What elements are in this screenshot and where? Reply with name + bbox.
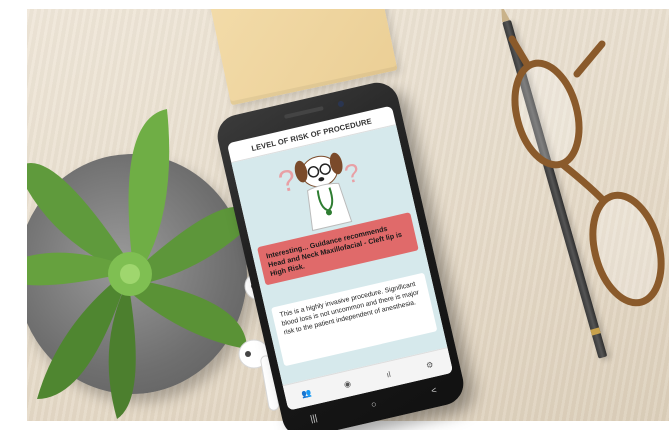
earpiece-speaker <box>283 106 324 119</box>
back-icon[interactable]: < <box>423 383 445 397</box>
user-icon[interactable]: ◉ <box>337 377 359 390</box>
front-camera <box>337 100 345 108</box>
procedure-description: This is a highly invasive procedure. Sig… <box>270 272 438 367</box>
svg-text:?: ? <box>342 157 363 189</box>
eyeglasses <box>508 35 665 307</box>
recents-icon[interactable]: ||| <box>303 411 325 425</box>
people-icon[interactable]: 👥 <box>296 387 318 400</box>
bar-chart-icon[interactable]: ıl <box>378 368 400 381</box>
home-icon[interactable]: ○ <box>363 397 385 411</box>
gear-icon[interactable]: ⚙ <box>419 358 441 371</box>
